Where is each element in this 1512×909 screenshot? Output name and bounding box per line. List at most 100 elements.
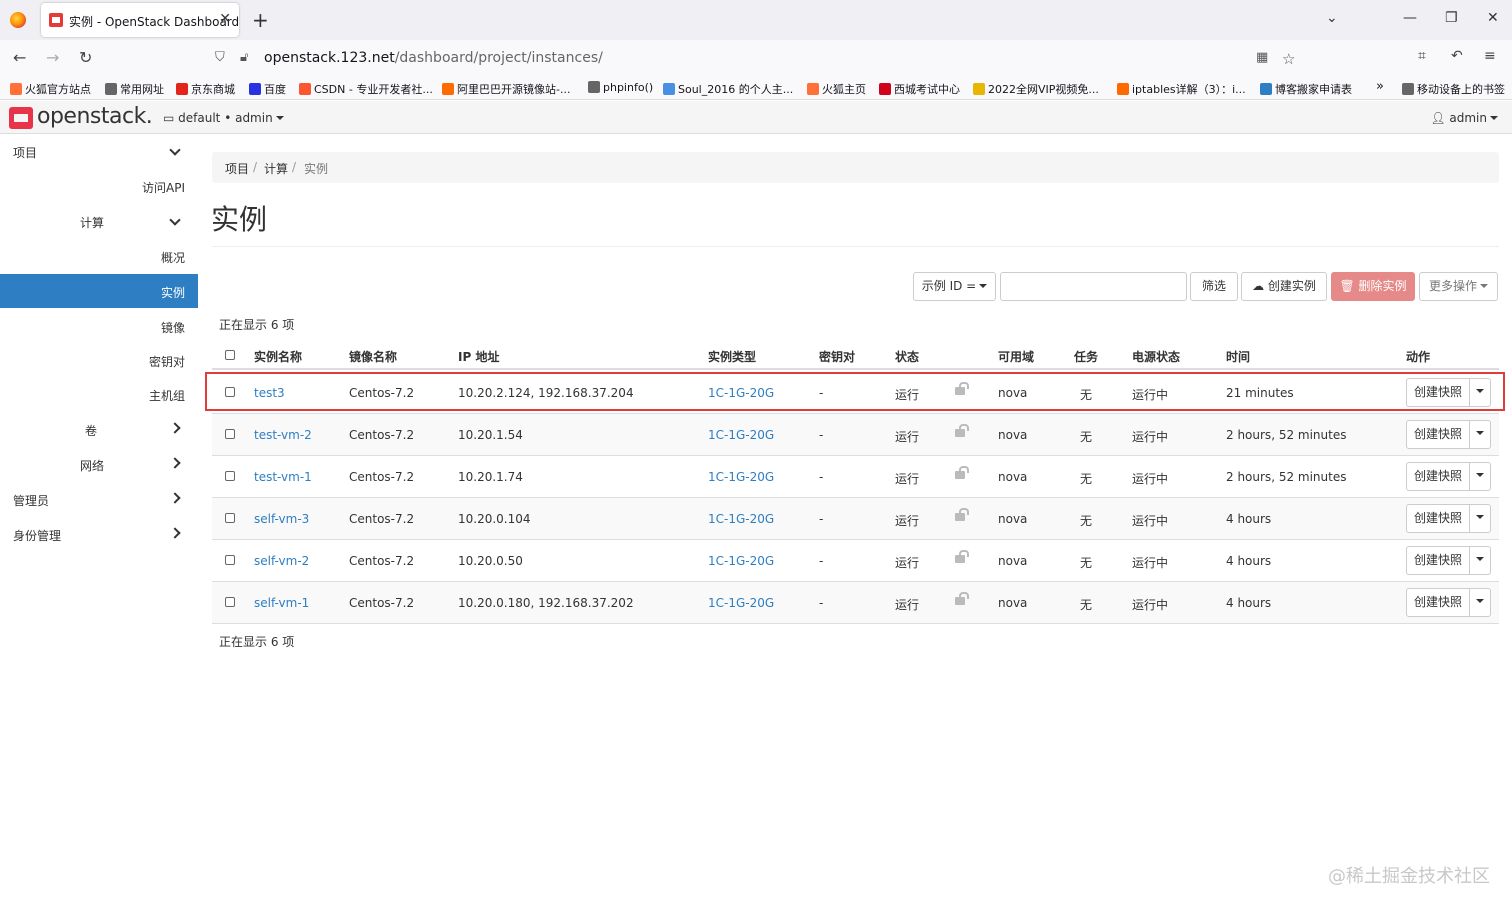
chevron-right-icon[interactable] (169, 456, 181, 470)
more-actions-button[interactable]: 更多操作 (1419, 272, 1498, 301)
create-snapshot-button[interactable]: 创建快照 (1406, 588, 1470, 617)
breadcrumb-item-project[interactable]: 项目 (225, 160, 249, 177)
create-snapshot-button[interactable]: 创建快照 (1406, 378, 1470, 407)
url-text[interactable]: openstack.123.net/dashboard/project/inst… (264, 50, 603, 66)
new-tab-icon[interactable]: + (252, 8, 269, 32)
instance-name-link[interactable]: test-vm-2 (254, 428, 312, 442)
row-actions-dropdown[interactable] (1469, 588, 1491, 617)
close-window-icon[interactable]: ✕ (1487, 10, 1499, 26)
row-actions-dropdown[interactable] (1469, 378, 1491, 407)
row-checkbox[interactable] (225, 429, 235, 439)
instance-name-link[interactable]: test-vm-1 (254, 470, 312, 484)
bookmark-item[interactable]: 西城考试中心 (879, 81, 960, 97)
create-instance-button[interactable]: ☁︎ 创建实例 (1241, 272, 1327, 301)
filter-field-select[interactable]: 示例 ID = (913, 272, 996, 301)
chevron-right-icon[interactable] (169, 421, 181, 435)
flavor-link[interactable]: 1C-1G-20G (708, 554, 774, 568)
bookmark-item[interactable]: phpinfo() (588, 81, 653, 94)
sidebar-item[interactable]: 网络 (0, 447, 198, 481)
column-header-flavor[interactable]: 实例类型 (708, 348, 756, 365)
filter-input[interactable] (1000, 272, 1187, 301)
browser-tab[interactable]: 实例 - OpenStack Dashboard ✕ (41, 3, 239, 37)
bookmark-item[interactable]: Soul_2016 的个人主... (663, 81, 793, 97)
chevron-down-icon[interactable] (169, 143, 181, 157)
shield-icon[interactable]: ⛉ (215, 50, 225, 65)
column-header-image[interactable]: 镜像名称 (349, 348, 397, 365)
sidebar-item[interactable]: 镜像 (0, 309, 198, 343)
column-header-ip[interactable]: IP 地址 (458, 348, 499, 365)
bookmark-item[interactable]: 移动设备上的书签 (1402, 81, 1505, 97)
row-checkbox[interactable] (225, 387, 235, 397)
flavor-link[interactable]: 1C-1G-20G (708, 386, 774, 400)
bookmark-star-icon[interactable]: ☆ (1282, 50, 1295, 68)
column-header-status[interactable]: 状态 (895, 348, 919, 365)
sidebar-item[interactable]: 计算 (0, 204, 198, 238)
row-checkbox[interactable] (225, 555, 235, 565)
row-checkbox[interactable] (225, 597, 235, 607)
row-actions-dropdown[interactable] (1469, 462, 1491, 491)
row-actions-dropdown[interactable] (1469, 546, 1491, 575)
filter-button[interactable]: 筛选 (1190, 272, 1238, 301)
reload-icon[interactable]: ↻ (79, 48, 92, 67)
column-header-az[interactable]: 可用域 (998, 348, 1034, 365)
sidebar-item[interactable]: 身份管理 (0, 517, 198, 551)
bookmark-item[interactable]: 博客搬家申请表 (1260, 81, 1352, 97)
instance-name-link[interactable]: test3 (254, 386, 285, 400)
sidebar-item[interactable]: 卷 (0, 412, 198, 446)
flavor-link[interactable]: 1C-1G-20G (708, 596, 774, 610)
undo-icon[interactable]: ↶ (1451, 48, 1463, 64)
row-checkbox[interactable] (225, 513, 235, 523)
bookmark-item[interactable]: iptables详解（3）：i... (1117, 81, 1246, 97)
bookmark-item[interactable]: 2022全网VIP视频免... (973, 81, 1099, 97)
sidebar-item[interactable]: 密钥对 (0, 343, 198, 377)
chevron-right-icon[interactable] (169, 491, 181, 505)
sidebar-item[interactable]: 项目 (0, 134, 198, 168)
instance-name-link[interactable]: self-vm-3 (254, 512, 309, 526)
bookmark-item[interactable]: 京东商城 (176, 81, 235, 97)
bookmarks-overflow-icon[interactable]: » (1376, 79, 1384, 94)
sidebar-item[interactable]: 访问API (0, 169, 198, 203)
user-menu[interactable]: 👤︎ admin (1430, 111, 1498, 125)
flavor-link[interactable]: 1C-1G-20G (708, 428, 774, 442)
instance-name-link[interactable]: self-vm-1 (254, 596, 309, 610)
bookmark-item[interactable]: 火狐主页 (807, 81, 866, 97)
maximize-icon[interactable]: ❐ (1445, 10, 1458, 26)
create-snapshot-button[interactable]: 创建快照 (1406, 504, 1470, 533)
select-all-checkbox[interactable] (225, 350, 235, 360)
tab-list-chevron-icon[interactable]: ⌄ (1326, 10, 1338, 26)
insecure-lock-icon[interactable]: 🔓︎ (240, 50, 248, 65)
openstack-logo-text[interactable]: openstack. (37, 104, 153, 129)
firefox-icon[interactable] (10, 12, 26, 28)
project-selector[interactable]: ▭ default • admin (163, 111, 284, 125)
bookmark-item[interactable]: 百度 (249, 81, 286, 97)
sidebar-item[interactable]: 实例 (0, 274, 198, 308)
column-header-power[interactable]: 电源状态 (1132, 348, 1180, 365)
screenshot-icon[interactable]: ⌗ (1418, 48, 1426, 64)
qr-code-icon[interactable]: ▦ (1256, 50, 1268, 65)
bookmark-item[interactable]: CSDN - 专业开发者社... (299, 81, 433, 97)
close-tab-icon[interactable]: ✕ (219, 11, 231, 27)
create-snapshot-button[interactable]: 创建快照 (1406, 546, 1470, 575)
column-header-name[interactable]: 实例名称 (254, 348, 302, 365)
back-icon[interactable]: ← (13, 48, 26, 67)
address-bar[interactable]: ⛉ 🔓︎ openstack.123.net/dashboard/project… (206, 44, 1306, 72)
minimize-icon[interactable]: — (1403, 10, 1417, 26)
row-actions-dropdown[interactable] (1469, 504, 1491, 533)
sidebar-item[interactable]: 主机组 (0, 377, 198, 411)
chevron-right-icon[interactable] (169, 526, 181, 540)
column-header-keypair[interactable]: 密钥对 (819, 348, 855, 365)
sidebar-item[interactable]: 概况 (0, 239, 198, 273)
menu-icon[interactable]: ≡ (1484, 48, 1496, 64)
openstack-logo-icon[interactable] (9, 107, 33, 129)
bookmark-item[interactable]: 火狐官方站点 (10, 81, 91, 97)
column-header-task[interactable]: 任务 (1074, 348, 1098, 365)
row-checkbox[interactable] (225, 471, 235, 481)
create-snapshot-button[interactable]: 创建快照 (1406, 420, 1470, 449)
create-snapshot-button[interactable]: 创建快照 (1406, 462, 1470, 491)
row-actions-dropdown[interactable] (1469, 420, 1491, 449)
flavor-link[interactable]: 1C-1G-20G (708, 512, 774, 526)
chevron-down-icon[interactable] (169, 213, 181, 227)
sidebar-item[interactable]: 管理员 (0, 482, 198, 516)
forward-icon[interactable]: → (46, 48, 59, 67)
bookmark-item[interactable]: 阿里巴巴开源镜像站-... (442, 81, 570, 97)
